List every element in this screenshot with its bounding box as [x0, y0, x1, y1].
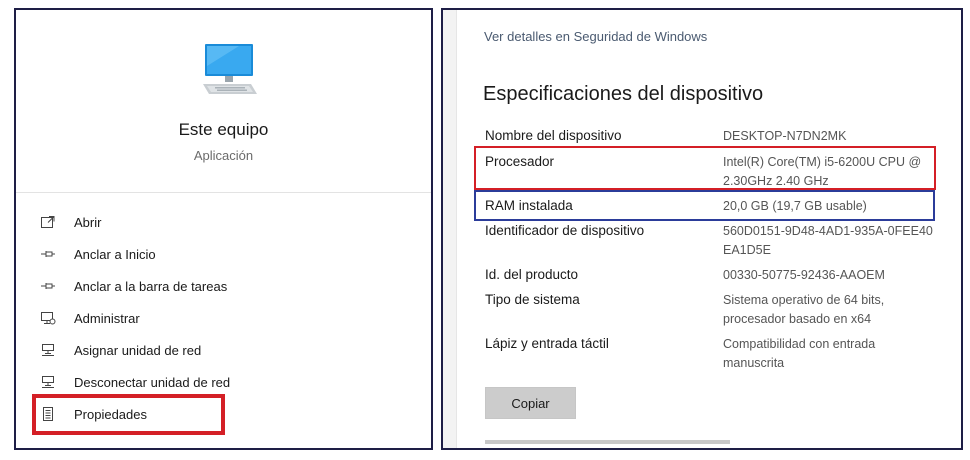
menu-item-abrir[interactable]: Abrir: [38, 210, 101, 234]
menu-item-label: Anclar a la barra de tareas: [74, 278, 228, 294]
copy-button[interactable]: Copiar: [485, 387, 576, 419]
menu-item-label: Anclar a Inicio: [74, 246, 156, 262]
menu-item-asignar-unidad[interactable]: Asignar unidad de red: [38, 338, 201, 362]
pin-icon: [38, 244, 58, 264]
spec-label-device-name: Nombre del dispositivo: [485, 128, 622, 143]
manage-icon: [38, 308, 58, 328]
app-header: Este equipo Aplicación: [16, 10, 431, 193]
spec-label-product-id: Id. del producto: [485, 267, 579, 282]
menu-item-administrar[interactable]: Administrar: [38, 306, 140, 330]
spec-value-ram: 20,0 GB (19,7 GB usable): [723, 199, 867, 213]
properties-icon: [38, 404, 58, 424]
settings-about-panel: Ver detalles en Seguridad de Windows Esp…: [441, 8, 963, 450]
spec-value-system-type: Sistema operativo de 64 bits, procesador…: [723, 293, 885, 326]
app-subtitle: Aplicación: [193, 148, 254, 163]
divider: [16, 192, 431, 193]
specs-title: Especificaciones del dispositivo: [483, 83, 764, 105]
menu-item-label: Desconectar unidad de red: [74, 374, 231, 390]
menu-item-label: Propiedades: [74, 406, 147, 422]
network-drive-icon: [38, 372, 58, 392]
spec-label-processor: Procesador: [485, 154, 555, 169]
menu-item-anclar-barra[interactable]: Anclar a la barra de tareas: [38, 274, 227, 298]
menu-item-anclar-inicio[interactable]: Anclar a Inicio: [38, 242, 156, 266]
start-menu-context-panel: Este equipo Aplicación Abrir Anclar a In…: [14, 8, 433, 450]
computer-icon: [203, 44, 257, 94]
menu-item-label: Administrar: [74, 310, 140, 326]
open-icon: [38, 212, 58, 232]
pin-icon: [38, 276, 58, 296]
menu-item-propiedades[interactable]: Propiedades: [38, 402, 147, 426]
nav-strip: [443, 10, 457, 448]
spec-value-device-id: 560D0151-9D48-4AD1-935A-0FEE40EA1D5E: [723, 224, 933, 257]
menu-item-desconectar-unidad[interactable]: Desconectar unidad de red: [38, 370, 230, 394]
spec-value-product-id: 00330-50775-92436-AAOEM: [723, 268, 885, 282]
app-title: Este equipo: [178, 120, 269, 139]
spec-label-ram: RAM instalada: [485, 198, 573, 213]
spec-value-processor: Intel(R) Core(TM) i5-6200U CPU @ 2.30GHz…: [723, 155, 922, 188]
network-drive-icon: [38, 340, 58, 360]
spec-label-device-id: Identificador de dispositivo: [485, 223, 645, 238]
spec-value-device-name: DESKTOP-N7DN2MK: [723, 129, 847, 143]
scroll-divider: [485, 440, 730, 444]
spec-label-system-type: Tipo de sistema: [485, 292, 580, 307]
spec-value-pen-touch: Compatibilidad con entrada manuscrita: [723, 337, 876, 370]
spec-label-pen-touch: Lápiz y entrada táctil: [485, 336, 609, 351]
security-link[interactable]: Ver detalles en Seguridad de Windows: [484, 29, 707, 44]
menu-item-label: Asignar unidad de red: [74, 342, 202, 358]
menu-item-label: Abrir: [74, 214, 102, 230]
